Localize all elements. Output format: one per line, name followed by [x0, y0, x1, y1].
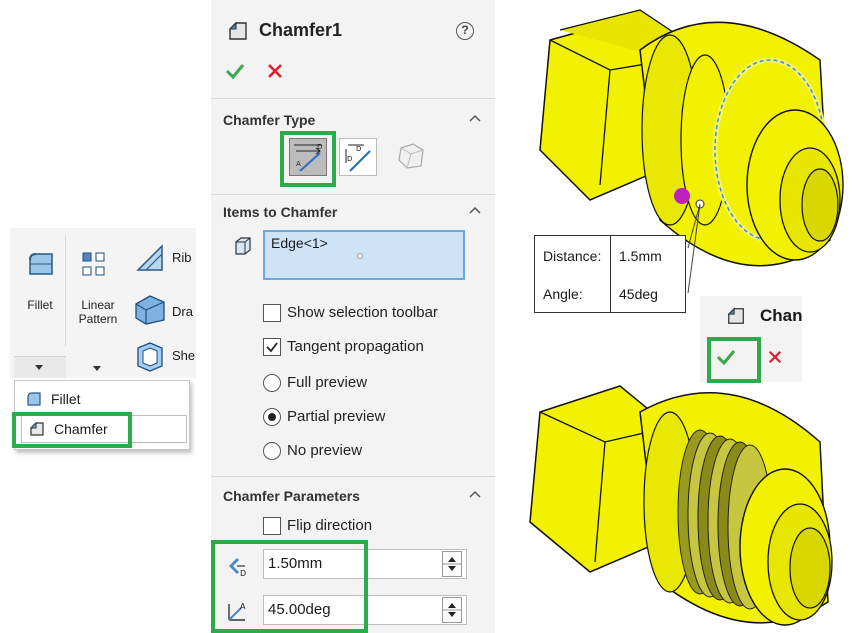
chevron-up-icon[interactable]	[469, 114, 481, 122]
radio-dot	[268, 413, 276, 421]
edge-selection-list[interactable]: Edge<1>	[263, 230, 465, 280]
chevron-down-icon	[93, 366, 101, 371]
linear-pattern-icon	[82, 252, 105, 276]
fillet-button[interactable]: Fillet	[14, 236, 66, 346]
flip-direction-label: Flip direction	[287, 517, 373, 534]
shell-button[interactable]: She	[130, 340, 196, 376]
linear-pattern-dropdown-arrow[interactable]	[88, 363, 108, 377]
chevron-down-icon	[35, 365, 43, 370]
tangent-propagation-checkbox[interactable]	[263, 338, 281, 356]
partial-preview-radio[interactable]	[263, 408, 281, 426]
callout-distance-label: Distance:	[543, 248, 602, 264]
dimension-callout[interactable]: Distance: 1.5mm Angle: 45deg	[534, 235, 686, 313]
draft-icon	[135, 295, 165, 325]
chamfer-icon	[228, 21, 247, 40]
spinner-arrows-icon	[443, 557, 461, 571]
divider	[211, 98, 495, 99]
linear-pattern-button[interactable]: Linear Pattern	[70, 236, 126, 346]
divider	[211, 194, 495, 195]
draft-label: Dra	[172, 304, 193, 319]
callout-divider	[610, 236, 611, 312]
edge-selection-icon	[235, 237, 251, 255]
page-title: Chamfer1	[259, 20, 343, 40]
fillet-dropdown-arrow[interactable]	[14, 356, 66, 378]
tangent-propagation-label: Tangent propagation	[287, 338, 424, 355]
flip-direction-checkbox[interactable]	[263, 517, 281, 535]
menu-item-fillet[interactable]: Fillet	[15, 385, 191, 413]
full-preview-label: Full preview	[287, 374, 368, 391]
shell-icon	[137, 342, 163, 372]
highlight-box	[211, 540, 368, 633]
highlight-box	[280, 131, 336, 187]
no-preview-radio[interactable]	[263, 442, 281, 460]
mini-title: Chan	[760, 306, 803, 325]
show-selection-toolbar-label: Show selection toolbar	[287, 304, 438, 321]
distance-spinner[interactable]	[442, 551, 462, 577]
rib-label: Rib	[172, 250, 192, 265]
vertex-chamfer-icon	[398, 143, 424, 169]
part-result-bottom	[529, 385, 833, 626]
angle-spinner[interactable]	[442, 597, 462, 623]
draft-button[interactable]: Dra	[130, 290, 196, 332]
chamfer-icon	[727, 307, 744, 324]
distance-distance-icon: D D	[345, 144, 371, 172]
chevron-up-icon[interactable]	[469, 206, 481, 214]
chamfer-type-header: Chamfer Type	[223, 112, 316, 128]
distance-distance-type-button[interactable]: D D	[339, 138, 377, 176]
cancel-button[interactable]	[267, 63, 283, 79]
chamfer-parameters-header: Chamfer Parameters	[223, 488, 360, 504]
highlight-box	[12, 412, 132, 448]
selected-edge[interactable]: Edge<1>	[271, 235, 328, 251]
menu-item-label: Fillet	[51, 391, 81, 407]
partial-preview-label: Partial preview	[287, 408, 386, 425]
ok-button[interactable]	[225, 62, 245, 80]
items-to-chamfer-header: Items to Chamfer	[223, 204, 338, 220]
full-preview-radio[interactable]	[263, 374, 281, 392]
vertex-type-button[interactable]	[393, 138, 431, 176]
divider	[211, 476, 495, 477]
rib-button[interactable]: Rib	[130, 242, 196, 280]
callout-angle-label: Angle:	[543, 286, 583, 302]
shell-label: She	[172, 348, 196, 363]
fillet-icon	[27, 392, 41, 406]
property-manager: Chamfer1 ? Chamfer Type D A D D Items to…	[211, 0, 495, 633]
features-ribbon: Fillet Linear Pattern Rib Dra She	[10, 228, 196, 378]
callout-distance-value[interactable]: 1.5mm	[619, 248, 662, 264]
svg-text:D: D	[347, 155, 352, 163]
show-selection-toolbar-checkbox[interactable]	[263, 304, 281, 322]
linear-pattern-label: Linear Pattern	[78, 298, 118, 326]
help-icon[interactable]: ?	[456, 22, 474, 40]
resize-handle[interactable]	[357, 253, 363, 259]
chevron-up-icon[interactable]	[469, 490, 481, 498]
checkmark-icon	[266, 342, 278, 353]
fillet-label: Fillet	[27, 298, 53, 312]
svg-text:D: D	[356, 145, 361, 153]
callout-angle-value[interactable]: 45deg	[619, 286, 658, 302]
rib-icon	[136, 244, 163, 271]
cancel-button[interactable]	[768, 350, 782, 364]
spinner-arrows-icon	[443, 603, 461, 617]
no-preview-label: No preview	[287, 442, 363, 459]
fillet-icon	[29, 253, 53, 275]
